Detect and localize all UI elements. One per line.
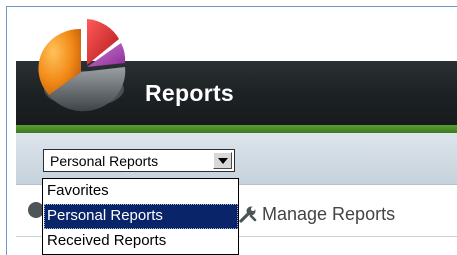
wrench-icon[interactable] xyxy=(238,204,258,224)
page-title: Reports xyxy=(145,80,235,106)
report-type-select-value: Personal Reports xyxy=(50,153,159,169)
report-type-dropdown-list[interactable]: Favorites Personal Reports Received Repo… xyxy=(42,178,239,255)
dropdown-option-personal-reports[interactable]: Personal Reports xyxy=(44,204,238,229)
chevron-down-icon xyxy=(218,158,228,164)
report-type-select[interactable]: Personal Reports xyxy=(43,149,235,172)
manage-reports-link[interactable]: Manage Reports xyxy=(262,204,395,225)
dropdown-option-favorites[interactable]: Favorites xyxy=(44,179,238,204)
dropdown-option-received-reports[interactable]: Received Reports xyxy=(44,229,238,254)
pie-chart-logo-icon xyxy=(38,19,126,112)
accent-bar xyxy=(16,125,457,133)
dropdown-arrow-button[interactable] xyxy=(213,152,232,169)
